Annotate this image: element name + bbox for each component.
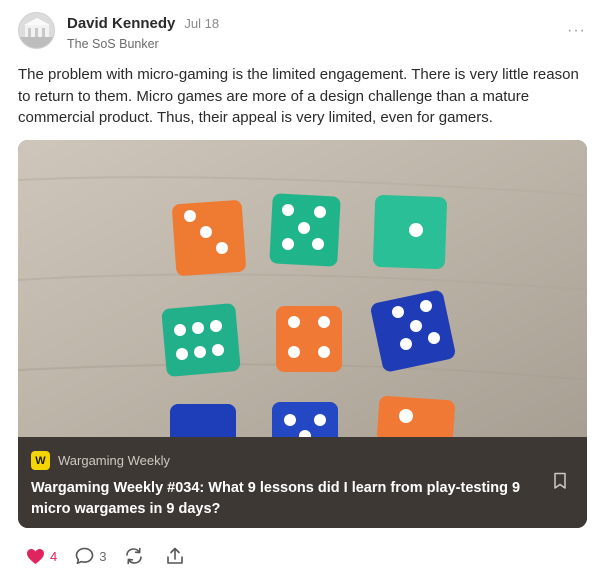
publication-logo: W (31, 451, 50, 470)
post-image (18, 140, 587, 437)
post-body: The problem with micro-gaming is the lim… (18, 66, 579, 126)
publication-name[interactable]: The SoS Bunker (67, 37, 159, 51)
bookmark-icon[interactable] (553, 472, 567, 490)
like-button[interactable]: 4 (26, 548, 57, 565)
die-orange-partial-right (377, 395, 455, 437)
die-green-6 (161, 303, 241, 377)
share-icon (167, 547, 184, 564)
post-date: Jul 18 (184, 16, 220, 31)
share-button[interactable] (166, 547, 184, 565)
die-blue-partial-left (170, 404, 236, 437)
die-blue-partial-mid (272, 402, 338, 437)
embed-publication-name[interactable]: Wargaming Weekly (58, 453, 170, 468)
comment-icon (75, 547, 94, 565)
die-green-5 (269, 193, 341, 267)
post-header: David Kennedy Jul 18 The SoS Bunker ··· (18, 12, 588, 52)
embed-title[interactable]: Wargaming Weekly #034: What 9 lessons di… (31, 478, 541, 520)
comment-button[interactable]: 3 (75, 547, 106, 565)
author-avatar[interactable] (18, 12, 55, 49)
restack-button[interactable] (124, 547, 144, 565)
restack-icon (126, 547, 143, 565)
post-actions: 4 3 (26, 545, 202, 567)
embed-footer: W Wargaming Weekly Wargaming Weekly #034… (18, 437, 587, 528)
heart-icon (27, 548, 44, 564)
embedded-post-card[interactable]: W Wargaming Weekly Wargaming Weekly #034… (18, 140, 587, 528)
author-name[interactable]: David Kennedy (67, 15, 175, 32)
comment-count: 3 (99, 548, 107, 564)
die-orange-4 (276, 306, 342, 372)
like-count: 4 (50, 548, 58, 564)
more-icon[interactable]: ··· (567, 22, 586, 40)
die-green-1 (373, 195, 447, 269)
die-orange-3 (172, 200, 246, 276)
